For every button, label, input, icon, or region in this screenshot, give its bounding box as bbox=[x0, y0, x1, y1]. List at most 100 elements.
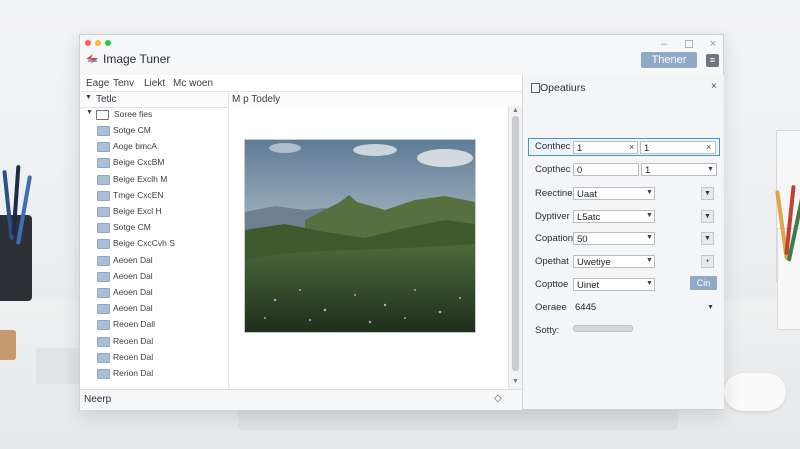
tree-root-label: Soree fies bbox=[114, 109, 153, 119]
minimize-button[interactable]: – bbox=[658, 38, 670, 50]
app-title: Image Tuner bbox=[103, 52, 171, 66]
tree-item-label: Aoge bmcA bbox=[113, 141, 157, 152]
open-folder-icon bbox=[96, 110, 109, 120]
dropdown-button[interactable]: ▼ bbox=[701, 187, 714, 200]
op-label: Copation bbox=[535, 233, 574, 244]
folder-icon bbox=[97, 352, 110, 363]
folder-icon bbox=[97, 336, 110, 347]
menu-item-liekt[interactable]: Liekt bbox=[144, 78, 165, 89]
chevron-down-icon[interactable]: ▼ bbox=[646, 257, 653, 264]
scroll-down-icon[interactable]: ▼ bbox=[512, 378, 519, 385]
tree-item-label: Beige CxcBM bbox=[113, 157, 165, 168]
chevron-down-icon[interactable]: ▼ bbox=[646, 280, 653, 287]
op-label: Copttoe bbox=[535, 279, 569, 290]
folder-icon bbox=[97, 271, 110, 282]
chevron-down-icon[interactable]: ▼ bbox=[707, 166, 714, 173]
op-select-value: Uwetiye bbox=[577, 257, 611, 268]
status-bar: Neerp ◇ bbox=[80, 389, 522, 410]
close-button[interactable]: × bbox=[707, 38, 719, 50]
tree-item-label: Beige Excl H bbox=[113, 206, 162, 216]
dropdown-button[interactable]: ▼ bbox=[701, 210, 714, 223]
folder-icon bbox=[97, 320, 110, 331]
action-button[interactable]: • bbox=[701, 255, 714, 268]
op-select[interactable]: Uaat bbox=[573, 187, 655, 200]
clear-icon[interactable]: × bbox=[706, 142, 711, 152]
tree-item-label: Reoen Dal bbox=[113, 335, 154, 346]
maximize-button[interactable]: ☐ bbox=[683, 38, 695, 51]
tree-item-label: Sotge CM bbox=[113, 222, 151, 233]
mouse bbox=[724, 373, 786, 411]
op-select[interactable]: Uwetiye bbox=[573, 255, 655, 268]
tree-item-label: Aeoen Dal bbox=[113, 287, 153, 297]
diamond-icon[interactable]: ◇ bbox=[494, 393, 502, 404]
op-label: Oeraee bbox=[535, 302, 567, 313]
file-tree: ▼ Soree fies Sotge CM Aoge bmcA Beige CxcB… bbox=[80, 106, 228, 389]
op-label: Sotty: bbox=[535, 325, 560, 336]
collapse-arrow-icon[interactable]: ▼ bbox=[85, 94, 92, 101]
expand-arrow-icon[interactable]: ▼ bbox=[86, 109, 93, 116]
close-dot[interactable] bbox=[85, 40, 91, 46]
chevron-down-icon[interactable]: ▼ bbox=[646, 212, 653, 219]
menu-item-eage[interactable]: Eage bbox=[86, 78, 109, 89]
panel-document-icon bbox=[531, 83, 540, 93]
scroll-thumb[interactable] bbox=[512, 116, 519, 371]
op-input[interactable]: 0 bbox=[573, 163, 639, 176]
tree-item-label: Sotge CM bbox=[113, 125, 151, 135]
op-select[interactable]: 50 bbox=[573, 232, 655, 245]
op-input-value: 0 bbox=[577, 165, 583, 176]
image-preview bbox=[228, 106, 509, 389]
minimize-dot[interactable] bbox=[95, 40, 101, 46]
op-input-value: 1 bbox=[644, 143, 650, 154]
folder-icon bbox=[97, 304, 110, 315]
tree-item-label: Aeoen Dal bbox=[113, 303, 153, 314]
op-select-value: 1 bbox=[645, 165, 651, 176]
folder-icon bbox=[97, 223, 110, 234]
theme-menu-icon[interactable]: ≡ bbox=[706, 54, 719, 67]
op-select-value: 50 bbox=[577, 234, 588, 245]
chevron-down-icon[interactable]: ▼ bbox=[646, 234, 653, 241]
folder-icon bbox=[97, 142, 110, 153]
tree-item-label: Reoen Dall bbox=[113, 319, 156, 330]
menu-item-tenv[interactable]: Tenv bbox=[113, 78, 134, 89]
tree-item-label: Reoen Dal bbox=[113, 351, 154, 362]
theme-button[interactable]: Thener bbox=[641, 52, 697, 68]
op-label: Reectine bbox=[535, 188, 573, 199]
chevron-down-icon[interactable]: ▼ bbox=[646, 189, 653, 196]
folder-icon bbox=[97, 255, 110, 266]
op-select[interactable]: L5atc bbox=[573, 210, 655, 223]
wood-block bbox=[0, 330, 16, 360]
app-logo-icon bbox=[86, 54, 98, 64]
title-bar: Image Tuner – ☐ × Thener ≡ bbox=[80, 35, 723, 75]
op-select[interactable]: 1 bbox=[641, 163, 717, 176]
op-value: 6445 bbox=[575, 302, 597, 313]
op-label: Opethat bbox=[535, 256, 569, 267]
landscape-photo[interactable] bbox=[244, 139, 476, 333]
panel-close-button[interactable]: × bbox=[711, 81, 717, 92]
panel-title: Opeatiurs bbox=[540, 82, 586, 94]
dropdown-button[interactable]: ▼ bbox=[701, 232, 714, 245]
preview-scrollbar[interactable]: ▲ ▼ bbox=[508, 106, 523, 389]
op-input-value: 1 bbox=[577, 143, 583, 154]
zoom-dot[interactable] bbox=[105, 40, 111, 46]
op-input[interactable]: 1 bbox=[640, 141, 716, 154]
scroll-up-icon[interactable]: ▲ bbox=[512, 107, 519, 114]
apply-button-label: Cin bbox=[696, 278, 711, 288]
preview-header-label: M p Todely bbox=[232, 94, 281, 105]
sotty-slider[interactable] bbox=[573, 325, 633, 332]
op-select[interactable]: Uinet bbox=[573, 278, 655, 291]
op-label: Dyptiver bbox=[535, 211, 570, 222]
folder-icon bbox=[97, 239, 110, 250]
tree-item-label: Beige Exclh M bbox=[113, 173, 168, 184]
operations-panel: Opeatiurs × Conthec 1 × 1 × Copthec 0 1 … bbox=[522, 75, 724, 409]
op-select-value: L5atc bbox=[577, 212, 601, 223]
chevron-down-icon[interactable]: ▼ bbox=[707, 304, 714, 311]
menu-bar: Eage Tenv Liekt Mc woen bbox=[80, 75, 522, 91]
folder-icon bbox=[97, 190, 110, 201]
tree-item-label: Aeoen Dal bbox=[113, 270, 153, 281]
theme-button-label: Thener bbox=[651, 54, 687, 66]
menu-item-mc-woen[interactable]: Mc woen bbox=[173, 78, 213, 89]
clear-icon[interactable]: × bbox=[629, 142, 634, 152]
folder-icon bbox=[97, 288, 110, 298]
op-label: Copthec bbox=[535, 164, 571, 175]
apply-button[interactable]: Cin bbox=[690, 276, 717, 290]
